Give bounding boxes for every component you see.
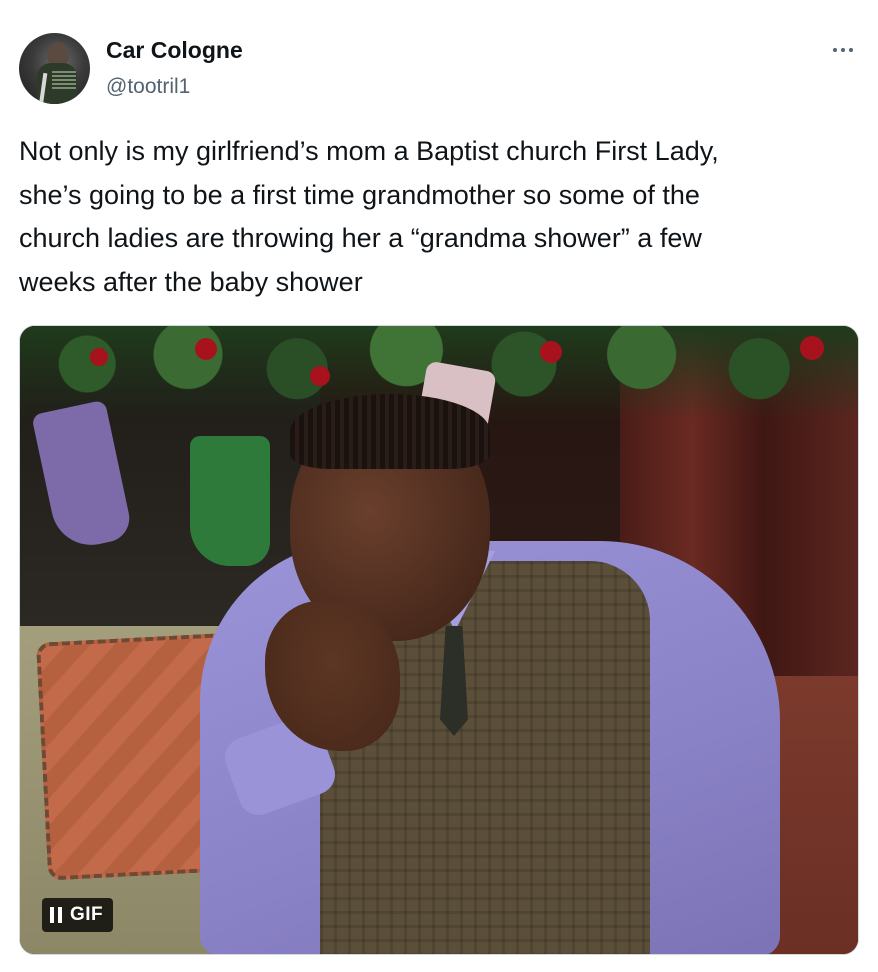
pause-icon[interactable] xyxy=(50,907,62,923)
pause-bar xyxy=(58,907,62,923)
author-handle[interactable]: @tootril1 xyxy=(106,75,190,99)
person-hair xyxy=(290,394,490,469)
scene-ornament xyxy=(800,336,824,360)
more-dot xyxy=(841,48,845,52)
gif-media[interactable]: GIF xyxy=(19,325,859,955)
more-dot xyxy=(849,48,853,52)
pause-bar xyxy=(50,907,54,923)
scene-ornament xyxy=(310,366,330,386)
tweet-text: Not only is my girlfriend’s mom a Baptis… xyxy=(19,136,719,297)
scene-ornament xyxy=(90,348,108,366)
more-options-icon[interactable] xyxy=(826,38,860,62)
gif-badge[interactable]: GIF xyxy=(42,898,114,932)
scene-ornament xyxy=(195,338,217,360)
avatar[interactable] xyxy=(19,33,90,104)
scene-ornament xyxy=(540,341,562,363)
avatar-shirt-print xyxy=(52,71,76,89)
tweet: Car Cologne @tootril1 Not only is my gir… xyxy=(0,0,878,972)
gif-label: GIF xyxy=(70,904,104,925)
gif-scene xyxy=(20,326,858,954)
author-display-name[interactable]: Car Cologne xyxy=(106,37,243,64)
scene-stocking xyxy=(190,436,270,566)
more-dot xyxy=(833,48,837,52)
